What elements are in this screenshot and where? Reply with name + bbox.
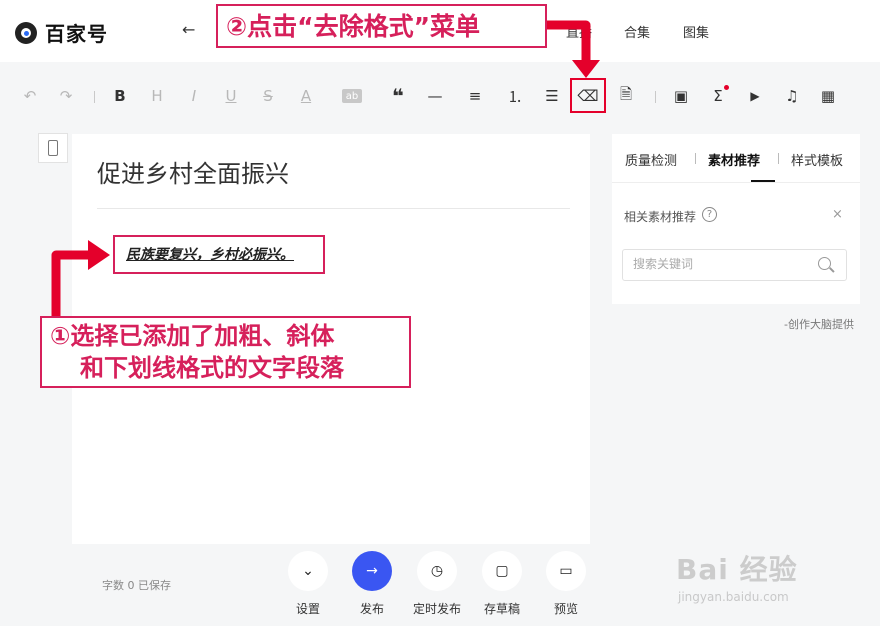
ordered-list-icon[interactable]: ⒈	[503, 86, 527, 106]
tab-separator	[778, 153, 779, 164]
tab-separator	[695, 153, 696, 164]
nav-item-collection[interactable]: 合集	[624, 22, 650, 41]
highlight-icon[interactable]: ab	[342, 89, 362, 103]
settings-label: 设置	[295, 602, 320, 616]
bold-icon[interactable]: B	[108, 86, 132, 106]
save-draft-button[interactable]: ▢	[482, 551, 522, 591]
watermark-url: jingyan.baidu.com	[678, 590, 789, 604]
publish-button[interactable]: →	[352, 551, 392, 591]
new-badge-dot	[724, 85, 729, 90]
related-material-title: 相关素材推荐	[624, 210, 697, 224]
undo-icon[interactable]: ↶	[18, 86, 42, 106]
logo[interactable]: 百家号	[15, 18, 108, 47]
search-box	[622, 249, 847, 281]
divider-icon[interactable]: —	[423, 86, 447, 106]
logo-text: 百家号	[45, 22, 108, 46]
font-color-icon[interactable]: A	[294, 86, 318, 106]
unordered-list-icon[interactable]: ☰	[540, 86, 564, 106]
table-icon[interactable]: ▦	[816, 86, 840, 106]
template-icon[interactable]: 🗎	[614, 85, 638, 106]
side-header-divider	[612, 182, 860, 183]
nav-item-live[interactable]: 直播	[566, 22, 592, 41]
redo-icon[interactable]: ↷	[54, 86, 78, 106]
tab-material-recommend[interactable]: 素材推荐	[708, 150, 760, 169]
step1-annotation: ①选择已添加了加粗、斜体 和下划线格式的文字段落	[40, 316, 411, 388]
baidu-jingyan-watermark: Bai 经验	[676, 553, 798, 586]
nav-item-gallery[interactable]: 图集	[683, 22, 709, 41]
preview-button[interactable]: ▭	[546, 551, 586, 591]
settings-button[interactable]: ⌄	[288, 551, 328, 591]
article-title[interactable]: 促进乡村全面振兴	[97, 154, 289, 189]
title-divider	[97, 208, 570, 209]
article-paragraph[interactable]: 民族要复兴，乡村必振兴。	[126, 244, 294, 264]
search-icon[interactable]	[818, 257, 831, 270]
draft-icon: ▢	[495, 563, 509, 579]
word-count-status: 字数 0 已保存	[102, 579, 171, 592]
preview-label: 预览	[553, 602, 578, 616]
align-icon[interactable]: ≡	[463, 86, 487, 106]
toolbar-divider	[94, 91, 95, 103]
underline-icon[interactable]: U	[219, 86, 243, 106]
music-icon[interactable]: ♫	[780, 86, 804, 106]
clock-icon: ◷	[430, 563, 444, 579]
save-draft-label: 存草稿	[483, 602, 520, 616]
italic-icon[interactable]: I	[182, 86, 206, 106]
arrow-left-icon[interactable]: ←	[182, 20, 195, 39]
chevron-down-icon: ⌄	[302, 563, 314, 579]
publish-label: 发布	[359, 602, 384, 616]
step1-line1: ①选择已添加了加粗、斜体	[50, 322, 335, 350]
image-icon[interactable]: ▣	[669, 86, 693, 106]
step1-line2: 和下划线格式的文字段落	[80, 354, 344, 382]
step2-annotation: ②点击“去除格式”菜单	[216, 4, 547, 48]
search-input[interactable]	[633, 257, 803, 271]
tab-quality-check[interactable]: 质量检测	[625, 150, 677, 169]
arrow-right-icon: →	[366, 563, 378, 579]
baijiahao-logo-icon	[15, 21, 37, 44]
quote-icon[interactable]: ❝	[386, 84, 410, 108]
strikethrough-icon[interactable]: S	[256, 86, 280, 106]
video-icon[interactable]: ▶	[743, 86, 767, 106]
eraser-highlight-box	[570, 78, 606, 113]
toolbar-divider	[655, 91, 656, 103]
tab-style-template[interactable]: 样式模板	[791, 150, 843, 169]
phone-icon	[48, 140, 58, 156]
schedule-publish-button[interactable]: ◷	[417, 551, 457, 591]
brain-credit: -创作大脑提供	[784, 318, 854, 331]
heading-icon[interactable]: H	[145, 86, 169, 106]
preview-icon: ▭	[559, 563, 573, 579]
help-icon[interactable]: ?	[702, 207, 717, 222]
close-icon[interactable]: ×	[832, 207, 843, 222]
mobile-preview-button[interactable]	[38, 133, 68, 163]
schedule-publish-label: 定时发布	[412, 602, 461, 616]
